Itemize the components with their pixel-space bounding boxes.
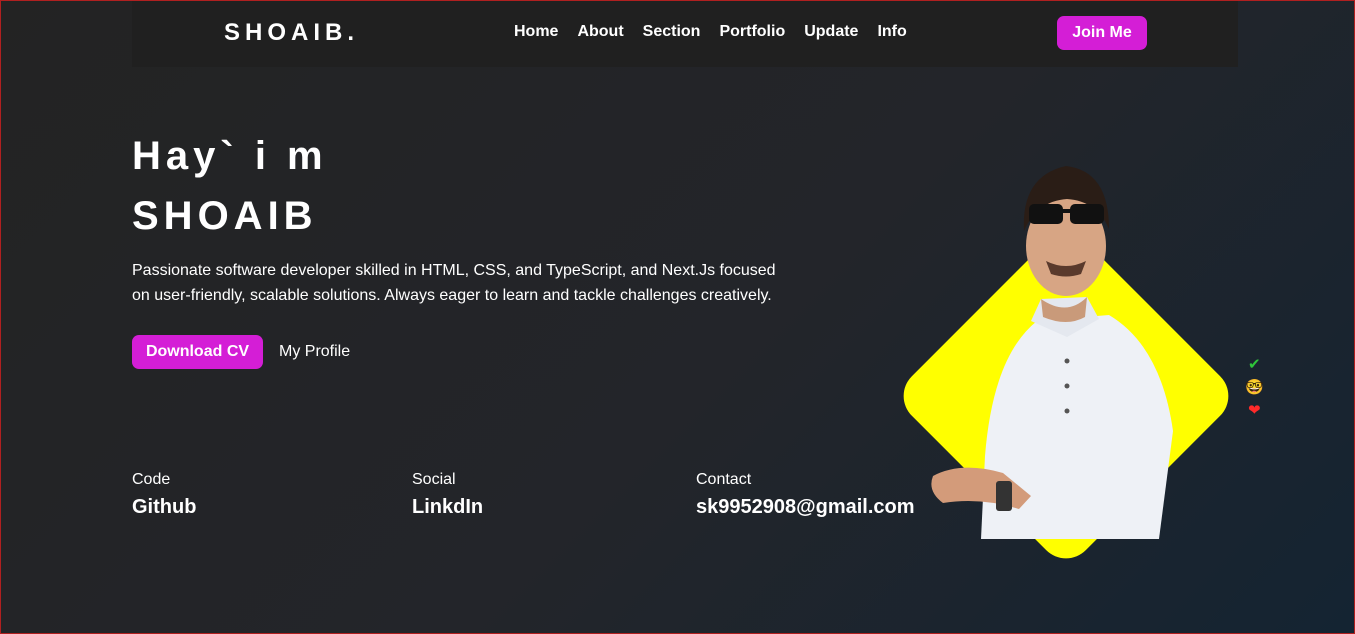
heart-icon: ❤ (1248, 402, 1261, 419)
github-link[interactable]: Github (132, 496, 196, 519)
stat-social: Social LinkdIn (412, 471, 483, 519)
nav-link-update[interactable]: Update (804, 23, 858, 41)
nav-link-home[interactable]: Home (514, 23, 558, 41)
nerd-face-icon: 🤓 (1245, 379, 1264, 396)
check-icon: ✔ (1248, 356, 1261, 373)
nav-links: Home About Section Portfolio Update Info (514, 23, 907, 41)
hero-name: SHOAIB (132, 194, 318, 238)
profile-illustration (903, 166, 1229, 559)
linkedin-link[interactable]: LinkdIn (412, 496, 483, 519)
hero-visual (881, 131, 1281, 591)
nav-link-about[interactable]: About (577, 23, 623, 41)
download-cv-button[interactable]: Download CV (132, 335, 263, 369)
stat-code: Code Github (132, 471, 196, 519)
nav-link-info[interactable]: Info (877, 23, 906, 41)
nav-link-portfolio[interactable]: Portfolio (719, 23, 785, 41)
reaction-stack: ✔ 🤓 ❤ (1245, 355, 1264, 421)
hero-bio: Passionate software developer skilled in… (132, 262, 776, 304)
site-logo[interactable]: SHOAIB. (224, 19, 359, 47)
my-profile-link[interactable]: My Profile (279, 343, 350, 361)
stat-label: Code (132, 471, 171, 488)
nav-link-section[interactable]: Section (643, 23, 701, 41)
stat-label: Social (412, 471, 456, 488)
navbar: SHOAIB. Home About Section Portfolio Upd… (132, 1, 1238, 67)
hero-greeting: Hay` i m (132, 134, 328, 178)
join-me-button[interactable]: Join Me (1057, 16, 1147, 50)
